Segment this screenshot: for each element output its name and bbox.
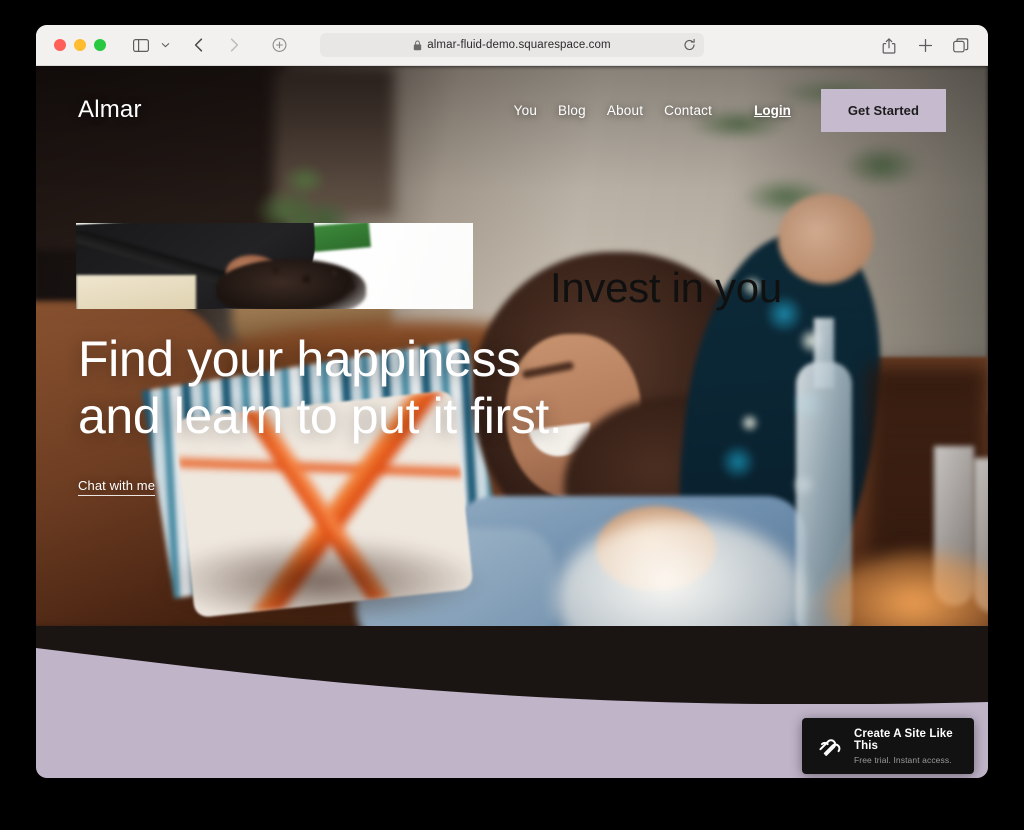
nav-item-blog[interactable]: Blog [558,103,586,118]
hero-title: Find your happiness and learn to put it … [78,331,563,445]
site-logo[interactable]: Almar [78,96,142,124]
promo-beige-area [76,275,196,309]
nav-item-you[interactable]: You [514,103,537,118]
back-arrow-icon[interactable] [185,33,211,57]
plus-icon[interactable] [912,34,938,58]
address-bar-container: almar-fluid-demo.squarespace.com [272,33,704,57]
squarespace-badge-text: Create A Site Like This Free trial. Inst… [854,728,960,765]
minimize-window-button[interactable] [74,39,86,51]
squarespace-badge[interactable]: Create A Site Like This Free trial. Inst… [802,718,974,774]
tabs-icon[interactable] [948,34,974,58]
hero-cta-link[interactable]: Chat with me [78,478,156,496]
login-link[interactable]: Login [754,103,791,118]
toolbar-left-group [128,33,173,57]
get-started-button[interactable]: Get Started [820,88,946,132]
chevron-down-icon[interactable] [157,33,173,57]
photo-raised-hand [778,194,873,284]
window-controls [54,39,106,51]
site-header: Almar You Blog About Contact Login Get S… [36,66,988,154]
hero-title-line-1: Find your happiness [78,331,521,387]
share-icon[interactable] [876,34,902,58]
badge-title: Create A Site Like This [854,727,953,752]
screen: almar-fluid-demo.squarespace.com Almar Y… [0,0,1024,830]
sidebar-icon[interactable] [128,33,154,57]
browser-toolbar: almar-fluid-demo.squarespace.com [36,25,988,66]
promo-image-block[interactable] [76,223,473,309]
toolbar-right-group [876,25,974,66]
promo-hair-curls [228,253,368,309]
address-bar[interactable]: almar-fluid-demo.squarespace.com [320,33,704,57]
page-viewport: Almar You Blog About Contact Login Get S… [36,66,988,778]
forward-arrow-icon[interactable] [221,33,247,57]
hero-title-line-2: and learn to put it first. [78,388,563,444]
privacy-shield-icon[interactable] [272,38,287,53]
browser-window: almar-fluid-demo.squarespace.com Almar Y… [36,25,988,778]
nav-item-contact[interactable]: Contact [664,103,712,118]
hero-copy: Find your happiness and learn to put it … [78,331,563,496]
site-nav: You Blog About Contact Login Get Started [514,88,988,132]
lock-icon [413,40,422,51]
purple-curve-shape [36,648,988,716]
nav-item-about[interactable]: About [607,103,643,118]
squarespace-logo-icon [816,733,843,760]
navigation-arrows [185,33,247,57]
close-window-button[interactable] [54,39,66,51]
promo-image-art [76,223,473,309]
badge-subtitle: Free trial. Instant access. [854,754,952,765]
nav-links: You Blog About Contact [514,103,712,118]
url-text: almar-fluid-demo.squarespace.com [427,39,611,51]
maximize-window-button[interactable] [94,39,106,51]
reload-icon[interactable] [683,38,696,52]
section-heading: Invest in you [550,264,782,311]
